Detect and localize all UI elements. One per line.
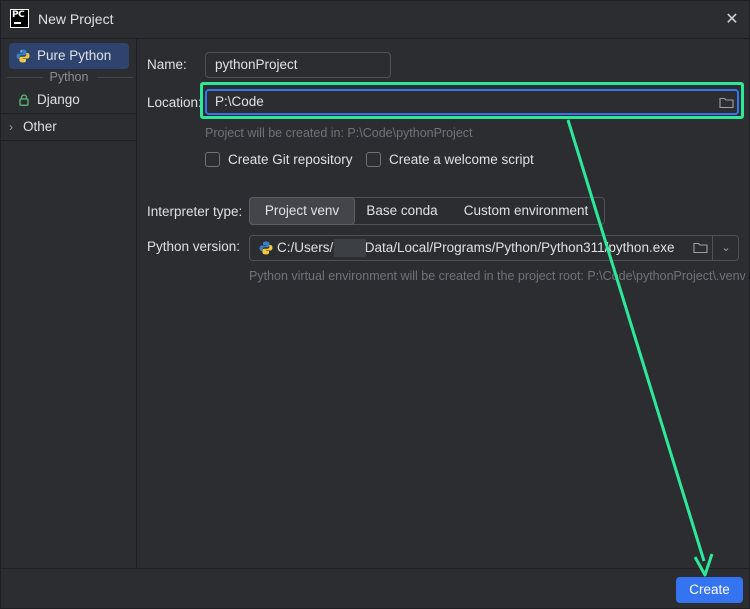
python-icon <box>16 49 30 63</box>
lock-icon <box>19 94 29 106</box>
sidebar-item-django[interactable]: Django <box>9 87 129 113</box>
location-value: P:\Code <box>215 94 264 109</box>
folder-icon[interactable] <box>719 97 734 109</box>
create-git-label: Create Git repository <box>228 152 353 167</box>
close-icon[interactable]: ✕ <box>721 9 743 31</box>
python-version-label: Python version: <box>147 239 241 254</box>
pycharm-logo-icon: PC <box>10 9 29 28</box>
interpreter-custom-environment-button[interactable]: Custom environment <box>448 198 604 224</box>
interpreter-project-venv-button[interactable]: Project venv <box>249 197 355 225</box>
interpreter-type-selector: Project venv Base conda Custom environme… <box>249 197 605 225</box>
project-settings-panel: Name: pythonProject Location: P:\Code Pr… <box>138 39 749 568</box>
python-icon <box>259 241 273 255</box>
python-version-select[interactable]: C:/Users/ /AppData/Local/Programs/Python… <box>249 235 739 261</box>
folder-icon[interactable] <box>693 242 708 254</box>
location-field[interactable]: P:\Code <box>205 89 739 115</box>
chevron-right-icon: › <box>9 120 13 134</box>
sidebar-item-label: Pure Python <box>37 48 112 63</box>
name-field[interactable]: pythonProject <box>205 52 391 78</box>
venv-hint: Python virtual environment will be creat… <box>249 269 746 283</box>
sidebar-item-label: Other <box>23 119 57 134</box>
sidebar-item-pure-python[interactable]: Pure Python <box>9 43 129 69</box>
name-label: Name: <box>147 57 187 72</box>
sidebar-item-other[interactable]: › Other <box>1 114 137 140</box>
project-type-sidebar: Pure Python Python Django › Other <box>1 39 137 568</box>
chevron-down-icon[interactable]: ⌄ <box>713 236 739 260</box>
create-git-checkbox[interactable] <box>205 152 220 167</box>
redacted-username <box>334 239 366 257</box>
create-button[interactable]: Create <box>676 577 743 603</box>
welcome-script-checkbox[interactable] <box>366 152 381 167</box>
sidebar-group-python: Python <box>1 69 137 85</box>
interpreter-base-conda-button[interactable]: Base conda <box>356 198 448 224</box>
sidebar-divider <box>1 140 137 141</box>
location-hint: Project will be created in: P:\Code\pyth… <box>205 126 473 140</box>
sidebar-item-label: Django <box>37 92 80 107</box>
location-label: Location: <box>147 95 202 110</box>
title-bar: PC New Project ✕ <box>1 1 749 39</box>
window-title: New Project <box>38 11 114 27</box>
dialog-footer: Create <box>1 568 749 608</box>
new-project-dialog: PC New Project ✕ Pure Python Python Djan… <box>0 0 750 609</box>
interpreter-type-label: Interpreter type: <box>147 204 243 219</box>
welcome-script-label: Create a welcome script <box>389 152 534 167</box>
